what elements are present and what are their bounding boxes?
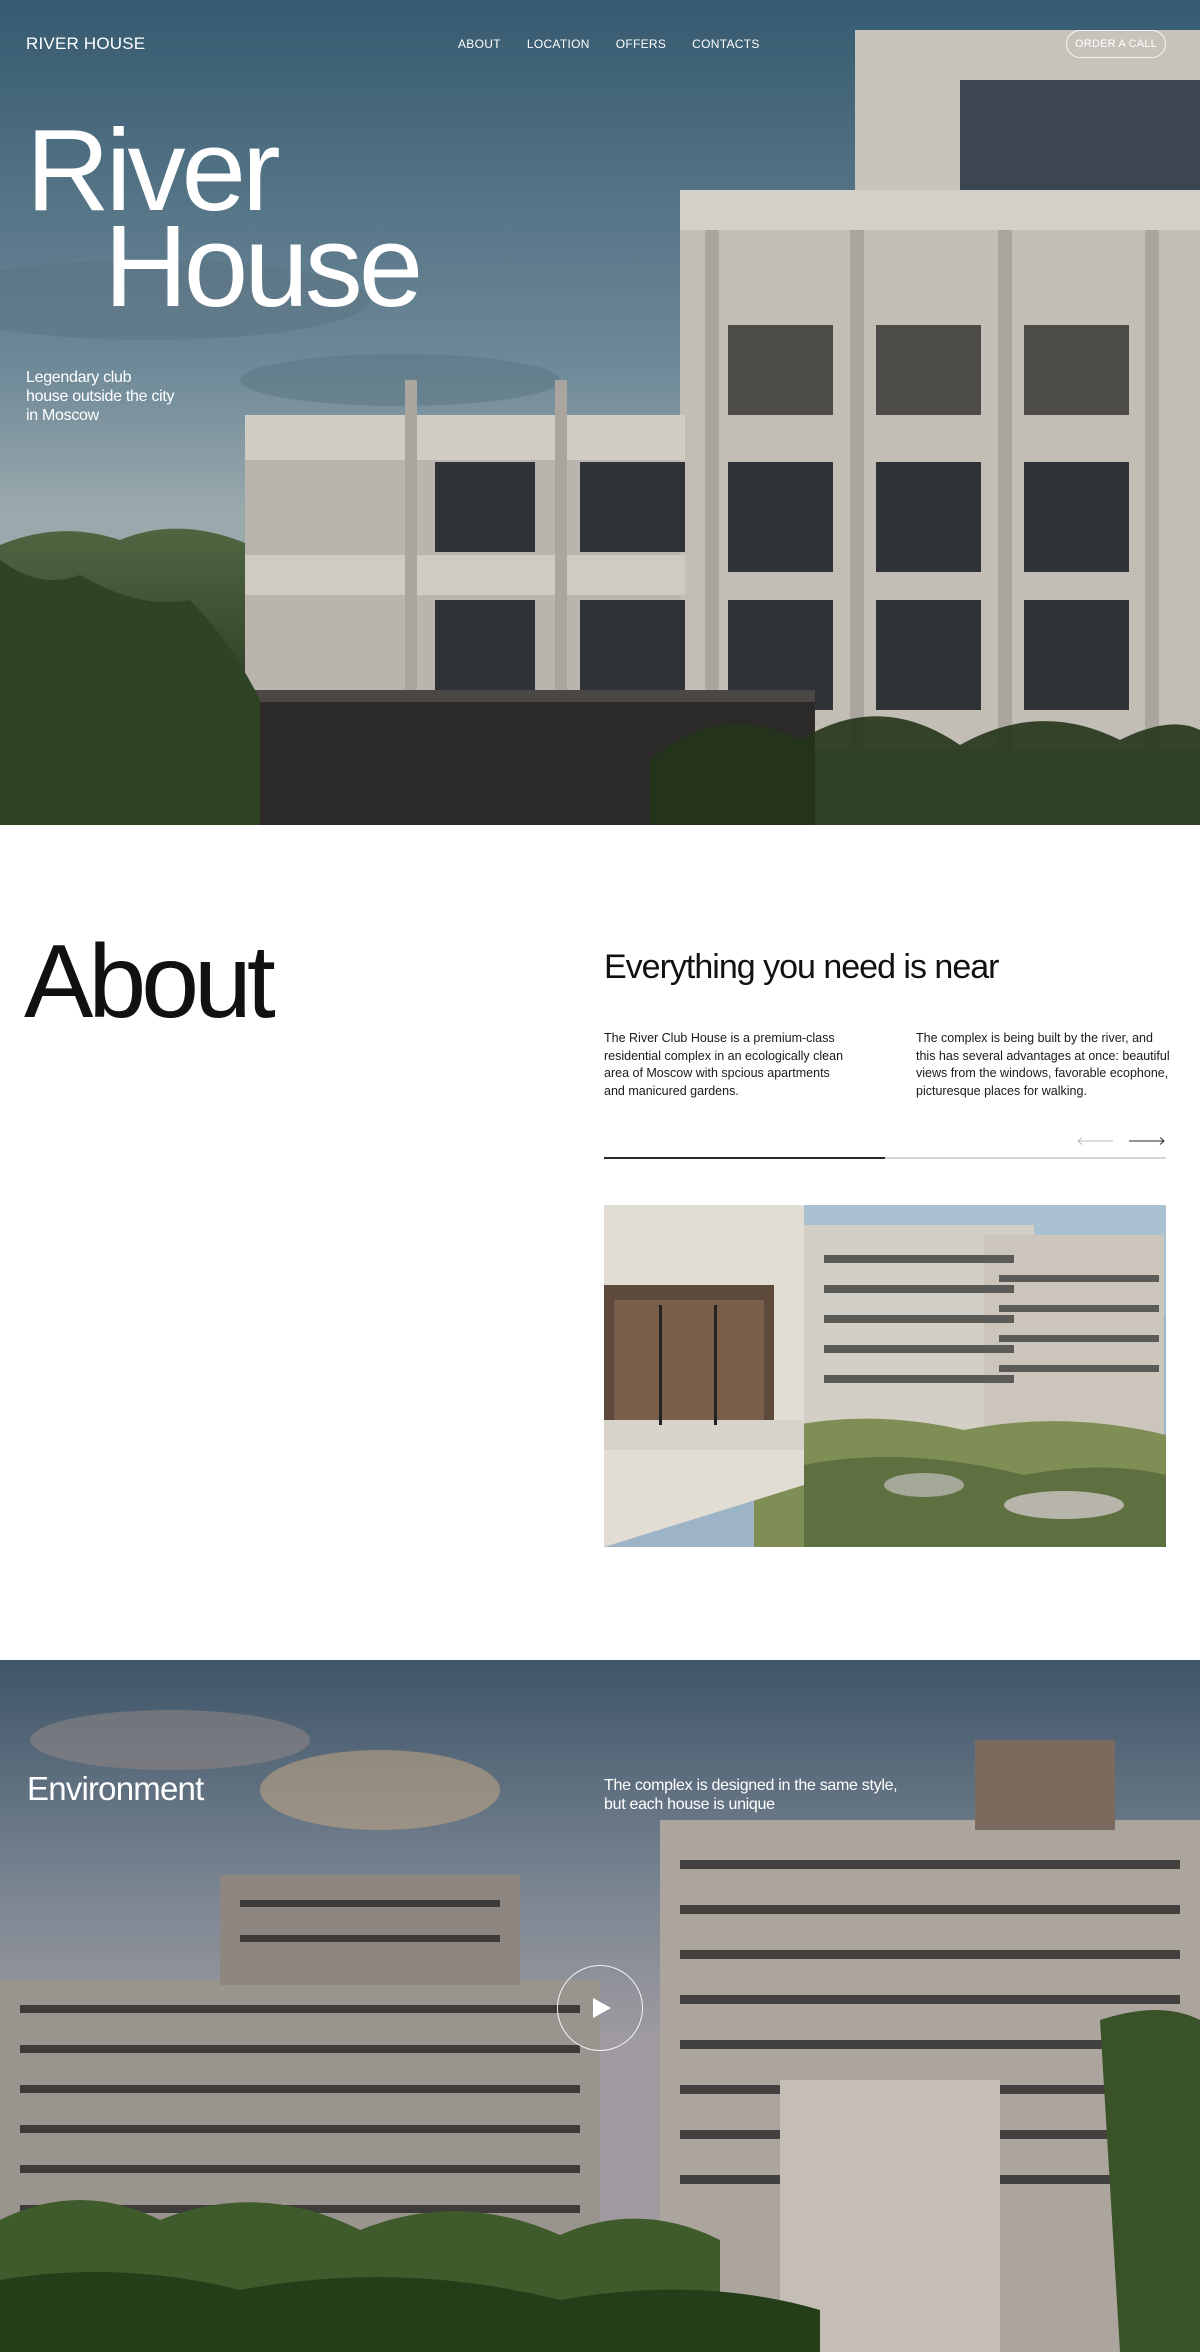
environment-subtitle: The complex is designed in the same styl… xyxy=(604,1777,898,1813)
play-icon xyxy=(593,1998,611,2018)
nav-item-contacts[interactable]: CONTACTS xyxy=(692,37,760,51)
nav-item-offers[interactable]: OFFERS xyxy=(616,37,666,51)
about-paragraph-1: The River Club House is a premium-class … xyxy=(604,1031,844,1098)
about-title: About xyxy=(24,924,276,1040)
slider-progress-track xyxy=(604,1157,1166,1159)
arrow-left-icon[interactable] xyxy=(1076,1136,1114,1146)
play-video-button[interactable] xyxy=(557,1965,643,2051)
arrow-right-icon[interactable] xyxy=(1128,1136,1166,1146)
top-navigation-bar: RIVER HOUSE ABOUT LOCATION OFFERS CONTAC… xyxy=(0,0,1200,90)
slider-progress-fill xyxy=(604,1157,885,1159)
hero-section: RIVER HOUSE ABOUT LOCATION OFFERS CONTAC… xyxy=(0,0,1200,825)
environment-title: Environment xyxy=(27,1770,204,1807)
nav-item-location[interactable]: LOCATION xyxy=(527,37,590,51)
about-courtyard-image xyxy=(604,1205,1166,1547)
main-nav: ABOUT LOCATION OFFERS CONTACTS xyxy=(458,37,760,51)
about-heading: Everything you need is near xyxy=(604,948,999,986)
order-call-button[interactable]: ORDER A CALL xyxy=(1066,30,1166,58)
nav-item-about[interactable]: ABOUT xyxy=(458,37,501,51)
about-paragraph-2: The complex is being built by the river,… xyxy=(916,1031,1170,1098)
site-logo[interactable]: RIVER HOUSE xyxy=(26,34,145,54)
environment-section: Environment The complex is designed in t… xyxy=(0,1660,1200,2352)
hero-subtitle: Legendary club house outside the city in… xyxy=(26,369,175,424)
hero-title-line2: House xyxy=(104,201,423,331)
